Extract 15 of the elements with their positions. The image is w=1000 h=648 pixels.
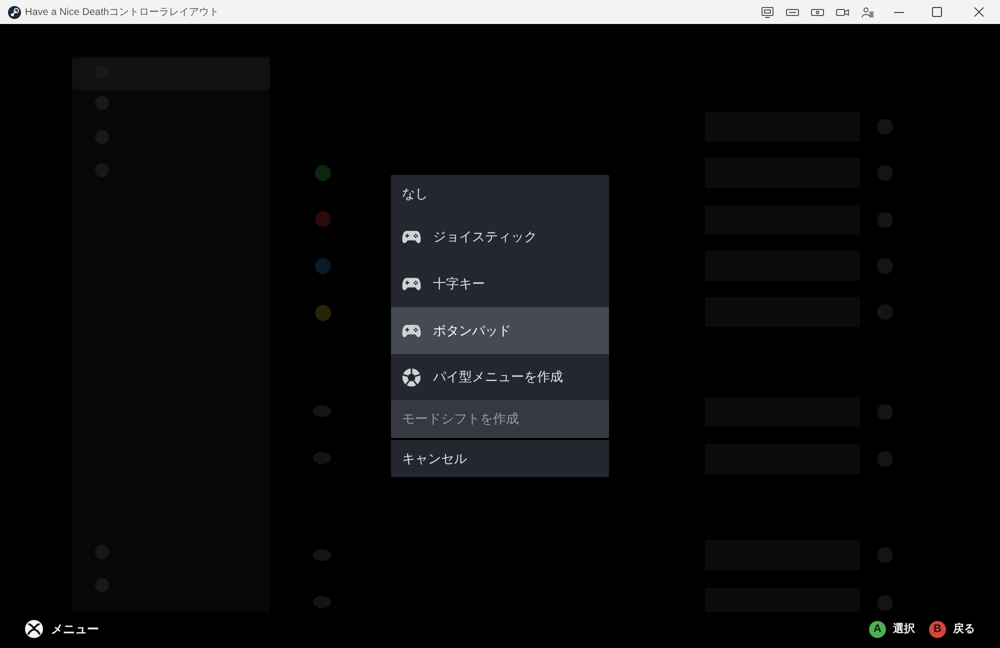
footer-hint-label: 選択: [893, 622, 915, 637]
menu-hint-label: メニュー: [51, 621, 99, 638]
user-icon[interactable]: [861, 6, 874, 18]
window-title: Have a Nice Deathコントローラレイアウト: [25, 6, 219, 20]
camera-icon[interactable]: [836, 6, 849, 18]
xbox-logo-icon: [25, 620, 43, 638]
rectangle-icon[interactable]: [786, 6, 799, 18]
rectangle-icon[interactable]: [811, 6, 824, 18]
steam-logo-icon: [8, 6, 21, 18]
maximize-icon: [932, 7, 942, 17]
monitor-icon[interactable]: [761, 6, 774, 18]
footer-hint-label: 戻る: [953, 622, 975, 637]
close-icon: [974, 7, 984, 17]
gamepad-key-glyph: A: [869, 620, 886, 638]
gamepad-key-glyph: B: [929, 620, 946, 638]
